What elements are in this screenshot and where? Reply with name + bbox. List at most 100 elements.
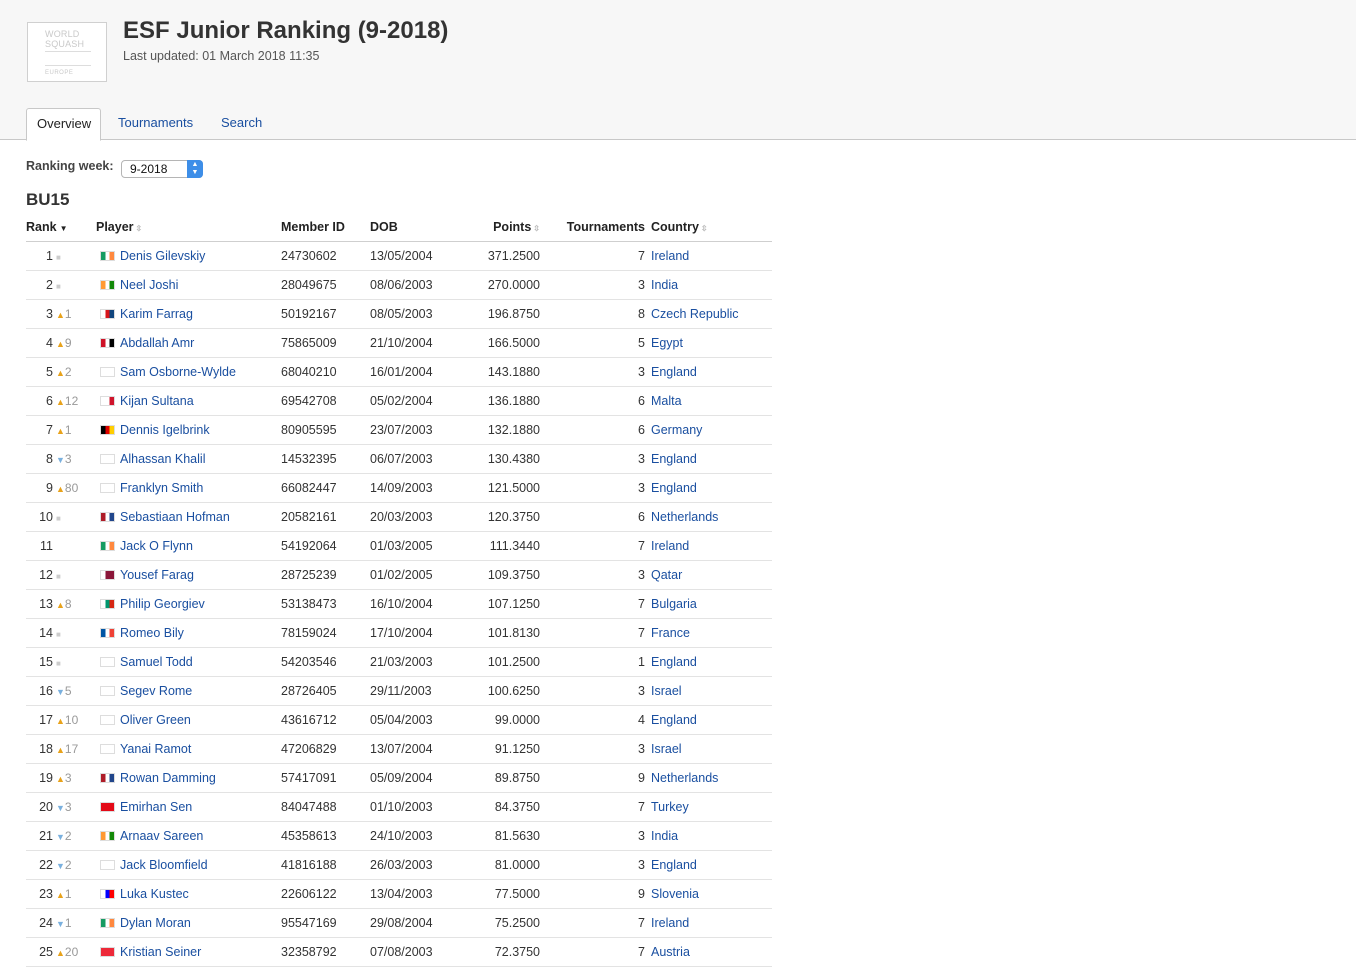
- country-cell: India: [645, 270, 772, 300]
- rank-value: 13: [39, 597, 53, 611]
- country-link[interactable]: England: [651, 365, 697, 379]
- tab-overview[interactable]: Overview: [26, 108, 102, 141]
- country-cell: Netherlands: [645, 502, 772, 532]
- player-link[interactable]: Alhassan Khalil: [120, 452, 205, 466]
- rank-up-icon: ▲: [56, 368, 65, 378]
- player-link[interactable]: Abdallah Amr: [120, 336, 194, 350]
- player-link[interactable]: Emirhan Sen: [120, 800, 192, 814]
- player-link[interactable]: Arnaav Sareen: [120, 829, 203, 843]
- member-id-cell: 95547169: [281, 908, 370, 938]
- rank-up-icon: ▲: [56, 890, 65, 900]
- player-link[interactable]: Samuel Todd: [120, 655, 193, 669]
- player-link[interactable]: Jack O Flynn: [120, 539, 193, 553]
- points-cell: 77.5000: [460, 879, 540, 909]
- column-header-member-id: Member ID: [281, 212, 370, 242]
- country-link[interactable]: Israel: [651, 684, 682, 698]
- member-id-cell: 22606122: [281, 879, 370, 909]
- country-link[interactable]: Netherlands: [651, 771, 718, 785]
- country-link[interactable]: Malta: [651, 394, 682, 408]
- country-link[interactable]: Austria: [651, 945, 690, 959]
- player-link[interactable]: Sam Osborne-Wylde: [120, 365, 236, 379]
- rank-cell: 11: [26, 531, 96, 561]
- tab-search[interactable]: Search: [221, 108, 262, 138]
- country-flag-icon: [100, 860, 115, 870]
- country-flag-icon: [100, 541, 115, 551]
- country-cell: Ireland: [645, 241, 772, 271]
- player-link[interactable]: Sebastiaan Hofman: [120, 510, 230, 524]
- column-header-player[interactable]: Player ⇳: [96, 212, 281, 242]
- player-link[interactable]: Yanai Ramot: [120, 742, 191, 756]
- player-link[interactable]: Philip Georgiev: [120, 597, 205, 611]
- tournaments-cell: 6: [540, 386, 645, 416]
- ranking-week-select[interactable]: 9-2018 ▲ ▼: [121, 160, 203, 178]
- country-link[interactable]: Turkey: [651, 800, 689, 814]
- rank-up-icon: ▲: [56, 600, 65, 610]
- player-link[interactable]: Kijan Sultana: [120, 394, 194, 408]
- tab-tournaments[interactable]: Tournaments: [118, 108, 193, 138]
- player-link[interactable]: Yousef Farag: [120, 568, 194, 582]
- member-id-cell: 78159024: [281, 618, 370, 648]
- country-cell: France: [645, 618, 772, 648]
- rank-value: 2: [46, 278, 53, 292]
- tournaments-cell: 3: [540, 821, 645, 851]
- country-link[interactable]: England: [651, 452, 697, 466]
- player-link[interactable]: Kristian Seiner: [120, 945, 201, 959]
- country-link[interactable]: Israel: [651, 742, 682, 756]
- country-link[interactable]: Ireland: [651, 916, 689, 930]
- country-link[interactable]: Czech Republic: [651, 307, 739, 321]
- tournaments-cell: 6: [540, 415, 645, 445]
- country-link[interactable]: England: [651, 858, 697, 872]
- player-link[interactable]: Rowan Damming: [120, 771, 216, 785]
- column-header-country[interactable]: Country ⇳: [645, 212, 772, 242]
- country-link[interactable]: Slovenia: [651, 887, 699, 901]
- country-link[interactable]: Qatar: [651, 568, 682, 582]
- dob-cell: 17/10/2004: [370, 618, 460, 648]
- sort-icon: ⇳: [135, 223, 143, 233]
- player-link[interactable]: Franklyn Smith: [120, 481, 203, 495]
- rank-cell: 20 ▼3: [26, 792, 96, 822]
- sort-desc-icon: ▼: [59, 223, 68, 233]
- player-cell: Neel Joshi: [96, 270, 281, 300]
- rank-cell: 16 ▼5: [26, 676, 96, 706]
- logo-line-1: WORLD: [45, 29, 80, 39]
- country-link[interactable]: Bulgaria: [651, 597, 697, 611]
- table-row: 16 ▼5 Segev Rome 28726405 29/11/2003 100.6250…: [26, 676, 772, 706]
- rank-value: 3: [46, 307, 53, 321]
- player-link[interactable]: Luka Kustec: [120, 887, 189, 901]
- country-link[interactable]: Egypt: [651, 336, 683, 350]
- sort-icon: ⇳: [533, 223, 540, 233]
- rank-up-icon: ▲: [56, 397, 65, 407]
- rank-cell: 4 ▲9: [26, 328, 96, 358]
- ranking-table: Rank ▼ Player ⇳ Member ID DOB Points ⇳ Tour…: [26, 212, 772, 967]
- country-flag-icon: [100, 251, 115, 261]
- points-cell: 91.1250: [460, 734, 540, 764]
- player-link[interactable]: Dylan Moran: [120, 916, 191, 930]
- player-cell: Sam Osborne-Wylde: [96, 357, 281, 387]
- player-link[interactable]: Karim Farrag: [120, 307, 193, 321]
- rank-cell: 9 ▲80: [26, 473, 96, 503]
- player-link[interactable]: Segev Rome: [120, 684, 192, 698]
- country-link[interactable]: Germany: [651, 423, 702, 437]
- player-link[interactable]: Romeo Bily: [120, 626, 184, 640]
- country-link[interactable]: Netherlands: [651, 510, 718, 524]
- player-link[interactable]: Neel Joshi: [120, 278, 178, 292]
- world-squash-europe-logo[interactable]: WORLD SQUASH EUROPE: [27, 22, 107, 82]
- rank-change: 9: [64, 336, 72, 350]
- column-header-rank[interactable]: Rank ▼: [26, 212, 96, 242]
- country-link[interactable]: England: [651, 713, 697, 727]
- player-link[interactable]: Denis Gilevskiy: [120, 249, 205, 263]
- country-link[interactable]: France: [651, 626, 690, 640]
- player-link[interactable]: Dennis Igelbrink: [120, 423, 210, 437]
- country-link[interactable]: England: [651, 655, 697, 669]
- table-row: 6 ▲12 Kijan Sultana 69542708 05/02/2004 136.1…: [26, 386, 772, 416]
- country-link[interactable]: India: [651, 829, 678, 843]
- player-link[interactable]: Jack Bloomfield: [120, 858, 208, 872]
- country-link[interactable]: Ireland: [651, 249, 689, 263]
- country-link[interactable]: India: [651, 278, 678, 292]
- player-link[interactable]: Oliver Green: [120, 713, 191, 727]
- country-link[interactable]: England: [651, 481, 697, 495]
- points-cell: 121.5000: [460, 473, 540, 503]
- column-header-points[interactable]: Points ⇳: [460, 212, 540, 242]
- country-link[interactable]: Ireland: [651, 539, 689, 553]
- rank-value: 17: [39, 713, 53, 727]
